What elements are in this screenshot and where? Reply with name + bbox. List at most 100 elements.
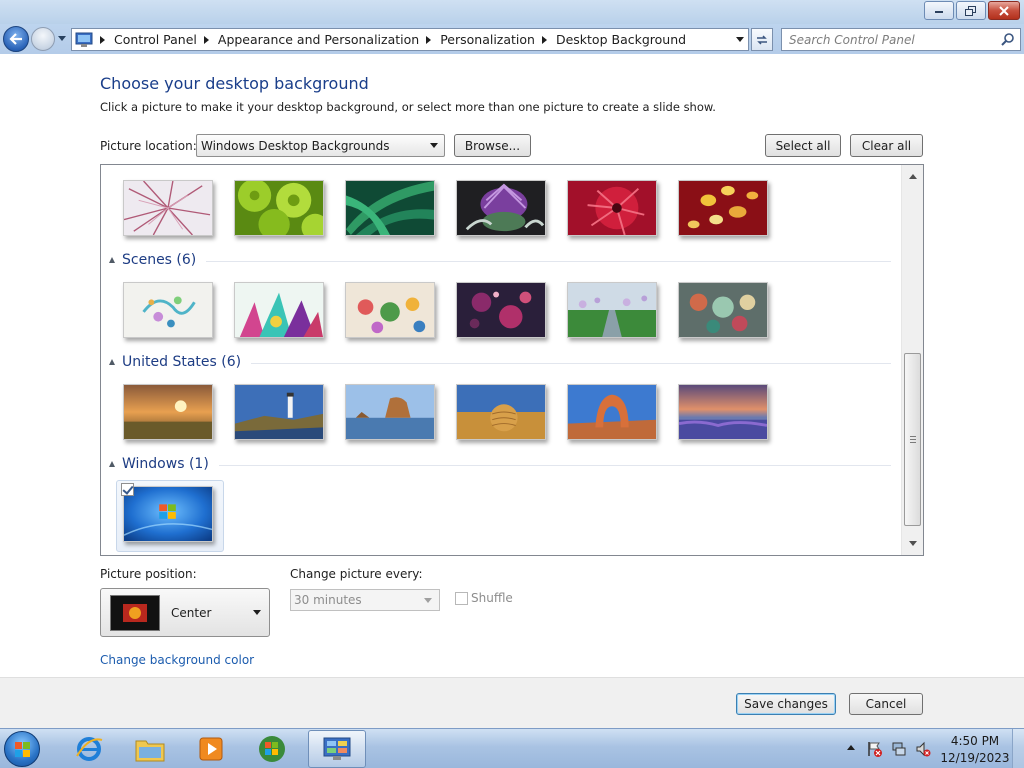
breadcrumb-desktop-background[interactable]: Desktop Background (556, 32, 686, 47)
thumbnail-image (124, 181, 212, 235)
volume-muted-icon[interactable] (915, 741, 931, 757)
thumbnail-image (679, 385, 767, 439)
scroll-up-icon[interactable] (909, 174, 917, 179)
scrollbar-thumb[interactable] (904, 353, 921, 526)
wallpaper-thumbnail[interactable] (567, 180, 657, 236)
network-icon[interactable] (891, 741, 907, 757)
thumbnail-image (457, 385, 545, 439)
forward-button[interactable] (31, 27, 55, 51)
show-hidden-icons-button[interactable] (847, 745, 855, 750)
taskbar-file-explorer[interactable] (121, 730, 179, 768)
taskbar-media-player[interactable] (182, 730, 240, 768)
address-dropdown-icon[interactable] (736, 37, 744, 42)
clock-date[interactable]: 12/19/2023 (940, 751, 1010, 765)
wallpaper-thumbnail[interactable] (567, 282, 657, 338)
change-picture-interval-select[interactable]: 30 minutes (290, 589, 440, 611)
folder-icon (135, 740, 165, 762)
change-background-color-link[interactable]: Change background color (100, 653, 254, 667)
picture-gallery[interactable]: Scenes (6) United States (6) Windows (1) (100, 164, 924, 556)
wallpaper-thumbnail[interactable] (123, 282, 213, 338)
minimize-icon (935, 10, 943, 13)
breadcrumb-separator-icon (100, 35, 105, 44)
minimize-button[interactable] (924, 1, 954, 20)
clear-all-button[interactable]: Clear all (850, 134, 923, 157)
address-bar[interactable]: Control Panel Appearance and Personaliza… (71, 28, 749, 51)
breadcrumb-personalization[interactable]: Personalization (440, 32, 535, 47)
media-player-icon (199, 737, 223, 761)
group-header-united-states[interactable]: United States (6) (109, 354, 891, 370)
scroll-down-icon[interactable] (909, 541, 917, 546)
thumbnail-image (235, 283, 323, 337)
search-box[interactable] (781, 28, 1021, 51)
wallpaper-thumbnail[interactable] (456, 384, 546, 440)
taskbar-control-panel[interactable] (308, 730, 366, 768)
save-changes-button[interactable]: Save changes (736, 693, 836, 715)
browse-button[interactable]: Browse... (454, 134, 531, 157)
wallpaper-thumbnail[interactable] (567, 384, 657, 440)
thumbnail-image (568, 181, 656, 235)
breadcrumb-separator-icon (541, 35, 547, 44)
collapse-triangle-icon[interactable] (109, 461, 115, 467)
group-divider (218, 464, 891, 466)
action-center-flag-icon[interactable] (866, 741, 882, 757)
gallery-scrollbar[interactable] (901, 165, 923, 555)
wallpaper-thumbnail[interactable] (456, 180, 546, 236)
start-button[interactable] (4, 731, 40, 767)
chevron-down-icon (253, 610, 261, 615)
taskbar-windows-update[interactable] (243, 730, 301, 768)
wallpaper-thumbnail[interactable] (345, 384, 435, 440)
wallpaper-thumbnail[interactable] (345, 180, 435, 236)
content-area: Choose your desktop background Click a p… (0, 54, 1024, 677)
group-title: Windows (1) (122, 456, 209, 472)
select-all-button[interactable]: Select all (765, 134, 841, 157)
recent-pages-dropdown[interactable] (58, 36, 66, 41)
back-button[interactable] (3, 26, 29, 52)
wallpaper-thumbnail[interactable] (123, 486, 213, 542)
thumbnail-image (235, 385, 323, 439)
search-input[interactable] (782, 32, 1000, 47)
wallpaper-thumbnail[interactable] (234, 384, 324, 440)
collapse-triangle-icon[interactable] (109, 359, 115, 365)
wallpaper-thumbnail[interactable] (456, 282, 546, 338)
wallpaper-thumbnail[interactable] (234, 180, 324, 236)
picture-position-select[interactable]: Center (100, 588, 270, 637)
thumbnail-image (124, 385, 212, 439)
group-header-windows[interactable]: Windows (1) (109, 456, 891, 472)
position-preview-icon (110, 595, 160, 631)
refresh-button[interactable] (751, 28, 773, 51)
group-header-scenes[interactable]: Scenes (6) (109, 252, 891, 268)
shuffle-checkbox[interactable] (455, 592, 468, 605)
wallpaper-thumbnail[interactable] (345, 282, 435, 338)
breadcrumb-appearance[interactable]: Appearance and Personalization (218, 32, 419, 47)
wallpaper-thumbnail[interactable] (678, 180, 768, 236)
page-title: Choose your desktop background (100, 74, 369, 93)
picture-location-value: Windows Desktop Backgrounds (201, 138, 390, 153)
wallpaper-thumbnail[interactable] (123, 384, 213, 440)
picture-position-label: Picture position: (100, 567, 197, 581)
show-desktop-button[interactable] (1012, 729, 1024, 768)
breadcrumb-separator-icon (203, 35, 209, 44)
thumbnail-image (457, 181, 545, 235)
taskbar-internet-explorer[interactable] (60, 730, 118, 768)
wallpaper-thumbnail[interactable] (234, 282, 324, 338)
breadcrumb-control-panel[interactable]: Control Panel (114, 32, 197, 47)
cancel-button[interactable]: Cancel (849, 693, 923, 715)
picture-location-select[interactable]: Windows Desktop Backgrounds (196, 134, 445, 157)
wallpaper-thumbnail[interactable] (678, 384, 768, 440)
internet-explorer-icon (76, 737, 103, 761)
close-button[interactable] (988, 1, 1020, 20)
wallpaper-thumbnail[interactable] (123, 180, 213, 236)
refresh-icon (757, 34, 767, 45)
thumbnail-image (235, 181, 323, 235)
clock-time[interactable]: 4:50 PM (940, 734, 1010, 748)
wallpaper-select-checkbox[interactable] (121, 483, 134, 496)
selected-wallpaper-tile[interactable] (116, 480, 224, 552)
search-icon[interactable] (1000, 32, 1016, 48)
dialog-footer: Save changes Cancel (0, 677, 1024, 728)
restore-button[interactable] (956, 1, 986, 20)
title-bar (0, 0, 1024, 24)
wallpaper-thumbnail[interactable] (678, 282, 768, 338)
group-title: United States (6) (122, 354, 242, 370)
collapse-triangle-icon[interactable] (109, 257, 115, 263)
thumbnail-image (124, 283, 212, 337)
